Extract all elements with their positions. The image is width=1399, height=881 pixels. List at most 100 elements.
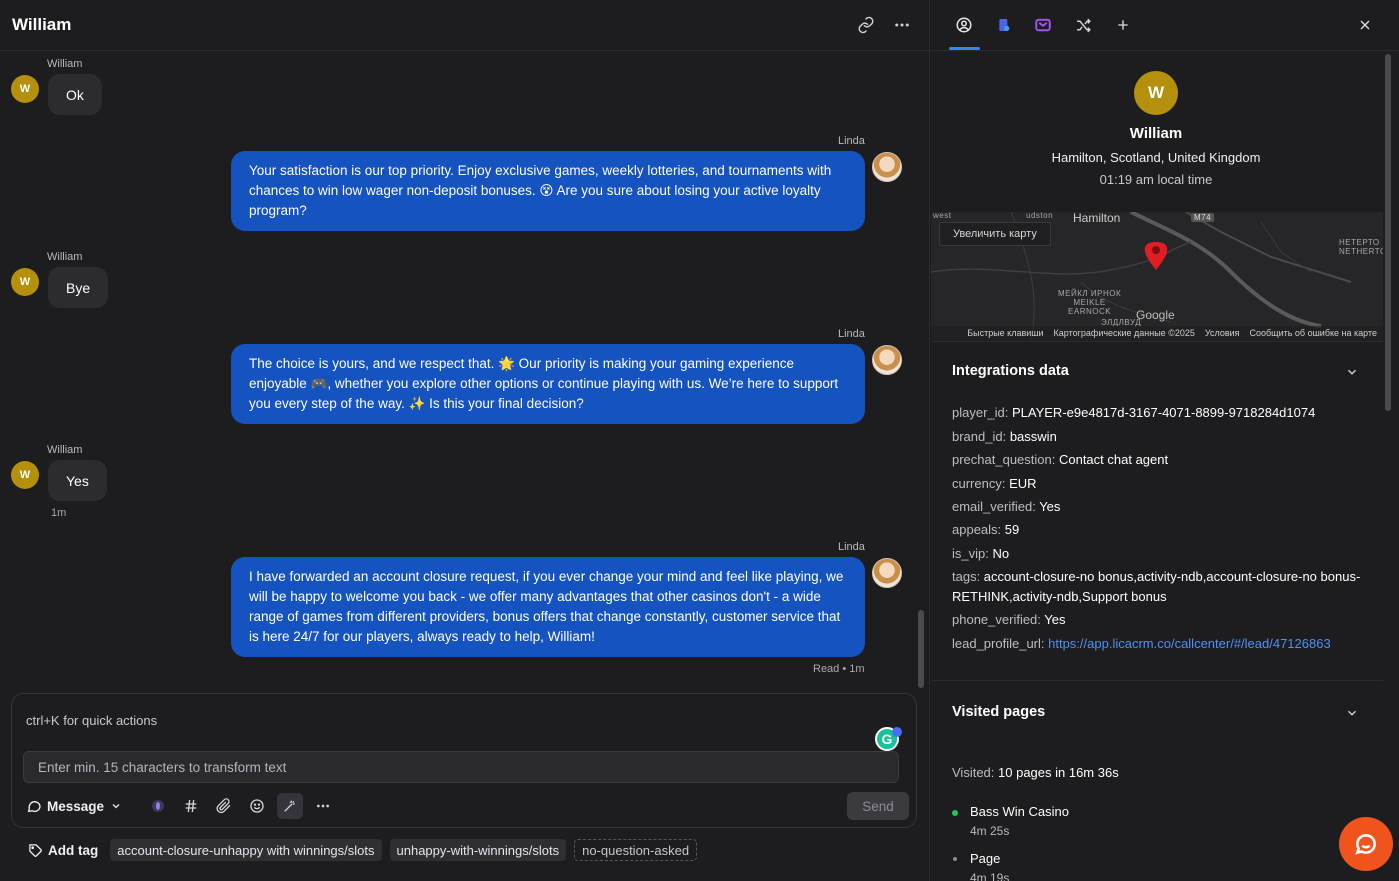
- integration-row: currency: EUR: [952, 476, 1037, 491]
- suggested-tag-chip[interactable]: no-question-asked: [574, 839, 698, 861]
- agent-avatar: [872, 345, 902, 375]
- purple-app-icon: [1035, 18, 1051, 32]
- chat-scrollbar[interactable]: [918, 610, 924, 688]
- magic-wand-icon[interactable]: [277, 793, 304, 819]
- details-scrollbar[interactable]: [1385, 54, 1391, 411]
- sender-name: William: [47, 58, 83, 70]
- composer: ctrl+K for quick actions G Message: [11, 693, 917, 828]
- composer-toolbar: Message: [26, 793, 343, 819]
- add-tab-button[interactable]: [1110, 12, 1136, 38]
- map-label-udston: udston: [1026, 212, 1054, 220]
- integrations-title: Integrations data: [952, 363, 1069, 379]
- profile-name: William: [1129, 125, 1183, 142]
- attachment-icon[interactable]: [211, 793, 237, 819]
- chat-header: William: [0, 0, 929, 51]
- map-footer-link: Картографические данные ©2025: [1053, 328, 1195, 338]
- app-root: William William W Ok Linda Your satisfac…: [0, 0, 1399, 881]
- visited-pages-title: Visited pages: [952, 704, 1046, 720]
- sender-name: William: [47, 251, 83, 263]
- more-options-icon[interactable]: [887, 10, 917, 40]
- sender-name: William: [47, 444, 83, 456]
- visited-page-duration: 4m 19s: [970, 871, 1010, 881]
- link-icon[interactable]: [851, 10, 881, 40]
- map-footer-link[interactable]: Сообщить об ошибке на карте: [1250, 328, 1377, 338]
- message-bubble-outgoing: I have forwarded an account closure requ…: [231, 557, 865, 657]
- tab-integration-1[interactable]: [991, 12, 1017, 38]
- message-mode-dropdown[interactable]: Message: [26, 798, 127, 814]
- integration-row: email_verified: Yes: [952, 499, 1061, 514]
- add-tag-button[interactable]: Add tag: [28, 843, 98, 858]
- tab-shuffle[interactable]: [1070, 12, 1096, 38]
- details-tabs: [931, 0, 1399, 51]
- message-list[interactable]: William W Ok Linda Your satisfaction is …: [0, 52, 916, 684]
- integration-row: phone_verified: Yes: [952, 612, 1066, 627]
- integration-row: appeals: 59: [952, 522, 1020, 537]
- more-actions-icon[interactable]: [310, 793, 336, 819]
- tag-chip[interactable]: unhappy-with-winnings/slots: [389, 839, 567, 861]
- agent-avatar: [872, 558, 902, 588]
- details-panel: W William Hamilton, Scotland, United Kin…: [931, 0, 1399, 881]
- grammarly-status-dot: [892, 727, 902, 737]
- divider: [931, 341, 1383, 342]
- app-integration-icon: [999, 19, 1010, 31]
- integration-row: is_vip: No: [952, 546, 1010, 561]
- enlarge-map-button[interactable]: Увеличить карту: [939, 222, 1051, 246]
- message-time: 1m: [51, 507, 67, 519]
- ai-assistant-icon[interactable]: [145, 793, 171, 819]
- transform-text-input[interactable]: [23, 751, 899, 783]
- message-mode-label: Message: [47, 798, 105, 814]
- integration-row: player_id: PLAYER-e9e4817d-3167-4071-889…: [952, 405, 1316, 420]
- avatar: W: [11, 75, 39, 103]
- chat-panel: William William W Ok Linda Your satisfac…: [0, 0, 930, 881]
- map-label-west: west: [933, 212, 952, 220]
- emoji-icon[interactable]: [244, 793, 270, 819]
- agent-avatar: [872, 152, 902, 182]
- integration-row: brand_id: basswin: [952, 429, 1057, 444]
- message-bubble-incoming: Yes: [48, 460, 107, 501]
- map-city-label: Hamilton: [1073, 212, 1121, 225]
- map-district-label: МЕЙКЛ ИРНОК MEIKLE EARNOCK: [1058, 289, 1122, 316]
- chevron-down-icon: [112, 804, 120, 809]
- tag-chip[interactable]: account-closure-unhappy with winnings/sl…: [110, 839, 382, 861]
- visited-page-duration: 4m 25s: [970, 824, 1010, 838]
- sender-name: Linda: [838, 541, 865, 553]
- avatar: W: [11, 268, 39, 296]
- chat-title: William: [12, 15, 72, 34]
- sender-name: Linda: [838, 328, 865, 340]
- page-dot: [953, 857, 957, 861]
- visited-page-title: Page: [970, 851, 1001, 866]
- integration-row: lead_profile_url: https://app.licacrm.co…: [952, 636, 1331, 651]
- integration-row: prechat_question: Contact chat agent: [952, 452, 1169, 467]
- google-logo: Google: [1136, 308, 1175, 322]
- close-icon[interactable]: [1352, 12, 1378, 38]
- chat-widget-icon: [1355, 834, 1376, 855]
- hashtag-icon[interactable]: [178, 793, 204, 819]
- plus-icon: [1118, 20, 1128, 30]
- chevron-down-icon[interactable]: [1343, 704, 1361, 722]
- tab-profile[interactable]: [951, 12, 977, 38]
- divider: [931, 680, 1383, 681]
- support-chat-widget[interactable]: [1339, 817, 1393, 871]
- map-district-label: НЕТЕРТО NETHERTO: [1339, 238, 1383, 256]
- profile-avatar: W: [1134, 71, 1178, 115]
- shuffle-icon: [1076, 18, 1091, 32]
- message-bubble-outgoing: Your satisfaction is our top priority. E…: [231, 151, 865, 231]
- send-button[interactable]: Send: [847, 792, 909, 820]
- location-map[interactable]: Увеличить карту west udston Hamilton M74…: [931, 212, 1383, 340]
- quick-actions-hint[interactable]: ctrl+K for quick actions: [26, 713, 157, 728]
- visited-page-title: Bass Win Casino: [970, 804, 1069, 819]
- user-circle-icon: [956, 17, 972, 33]
- chevron-down-icon[interactable]: [1343, 363, 1361, 381]
- map-footer-link[interactable]: Быстрые клавиши: [967, 328, 1043, 338]
- tag-icon: [29, 843, 42, 857]
- active-page-dot: [952, 810, 958, 816]
- message-bubble-outgoing: The choice is yours, and we respect that…: [231, 344, 865, 424]
- active-tab-indicator: [949, 47, 980, 50]
- map-footer-link[interactable]: Условия: [1205, 328, 1240, 338]
- lead-profile-link[interactable]: https://app.licacrm.co/callcenter/#/lead…: [1048, 636, 1331, 651]
- tab-integration-2[interactable]: [1030, 12, 1056, 38]
- message-bubble-incoming: Ok: [48, 74, 102, 115]
- read-status: Read • 1m: [813, 663, 865, 675]
- chat-bubble-icon: [27, 801, 41, 813]
- map-footer: Быстрые клавиши Картографические данные …: [931, 326, 1383, 340]
